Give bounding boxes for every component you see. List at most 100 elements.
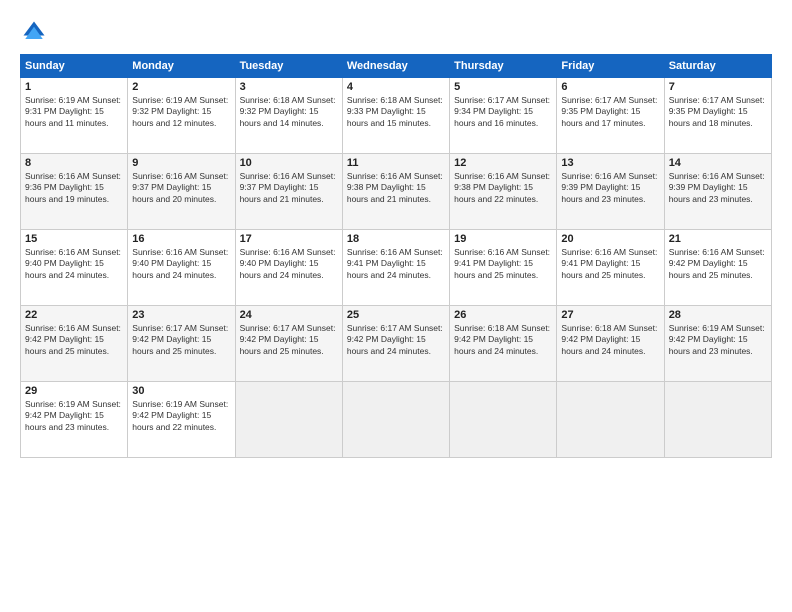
day-number: 26 bbox=[454, 309, 552, 321]
day-number: 1 bbox=[25, 81, 123, 93]
day-number: 20 bbox=[561, 233, 659, 245]
table-row: 4 Sunrise: 6:18 AM Sunset: 9:33 PM Daylig… bbox=[342, 78, 449, 154]
day-number: 28 bbox=[669, 309, 767, 321]
day-info: Sunrise: 6:16 AM Sunset: 9:37 PM Dayligh… bbox=[240, 171, 338, 205]
table-row: 30 Sunrise: 6:19 AM Sunset: 9:42 PM Dayli… bbox=[128, 382, 235, 458]
table-row: 10 Sunrise: 6:16 AM Sunset: 9:37 PM Dayli… bbox=[235, 154, 342, 230]
day-number: 25 bbox=[347, 309, 445, 321]
table-row bbox=[235, 382, 342, 458]
day-info: Sunrise: 6:16 AM Sunset: 9:41 PM Dayligh… bbox=[347, 247, 445, 281]
day-info: Sunrise: 6:17 AM Sunset: 9:42 PM Dayligh… bbox=[347, 323, 445, 357]
day-info: Sunrise: 6:19 AM Sunset: 9:42 PM Dayligh… bbox=[25, 399, 123, 433]
day-info: Sunrise: 6:19 AM Sunset: 9:42 PM Dayligh… bbox=[132, 399, 230, 433]
day-number: 10 bbox=[240, 157, 338, 169]
table-row: 25 Sunrise: 6:17 AM Sunset: 9:42 PM Dayli… bbox=[342, 306, 449, 382]
day-number: 21 bbox=[669, 233, 767, 245]
day-info: Sunrise: 6:16 AM Sunset: 9:39 PM Dayligh… bbox=[561, 171, 659, 205]
day-number: 16 bbox=[132, 233, 230, 245]
day-info: Sunrise: 6:19 AM Sunset: 9:32 PM Dayligh… bbox=[132, 95, 230, 129]
header bbox=[20, 18, 772, 46]
table-row: 8 Sunrise: 6:16 AM Sunset: 9:36 PM Daylig… bbox=[21, 154, 128, 230]
col-tuesday: Tuesday bbox=[235, 55, 342, 78]
table-row bbox=[342, 382, 449, 458]
day-number: 27 bbox=[561, 309, 659, 321]
day-info: Sunrise: 6:16 AM Sunset: 9:42 PM Dayligh… bbox=[25, 323, 123, 357]
table-row: 2Sunrise: 6:19 AM Sunset: 9:32 PM Daylig… bbox=[128, 78, 235, 154]
table-row: 12 Sunrise: 6:16 AM Sunset: 9:38 PM Dayli… bbox=[450, 154, 557, 230]
day-number: 14 bbox=[669, 157, 767, 169]
day-info: Sunrise: 6:17 AM Sunset: 9:42 PM Dayligh… bbox=[240, 323, 338, 357]
day-info: Sunrise: 6:16 AM Sunset: 9:38 PM Dayligh… bbox=[454, 171, 552, 205]
table-row: 9 Sunrise: 6:16 AM Sunset: 9:37 PM Daylig… bbox=[128, 154, 235, 230]
day-number: 13 bbox=[561, 157, 659, 169]
table-row: 17 Sunrise: 6:16 AM Sunset: 9:40 PM Dayli… bbox=[235, 230, 342, 306]
table-row: 15Sunrise: 6:16 AM Sunset: 9:40 PM Dayli… bbox=[21, 230, 128, 306]
day-info: Sunrise: 6:16 AM Sunset: 9:41 PM Dayligh… bbox=[454, 247, 552, 281]
day-number: 30 bbox=[132, 385, 230, 397]
day-number: 19 bbox=[454, 233, 552, 245]
table-row: 11 Sunrise: 6:16 AM Sunset: 9:38 PM Dayli… bbox=[342, 154, 449, 230]
col-wednesday: Wednesday bbox=[342, 55, 449, 78]
col-thursday: Thursday bbox=[450, 55, 557, 78]
day-info: Sunrise: 6:19 AM Sunset: 9:31 PM Dayligh… bbox=[25, 95, 123, 129]
table-row: 1 Sunrise: 6:19 AM Sunset: 9:31 PM Daylig… bbox=[21, 78, 128, 154]
table-row bbox=[664, 382, 771, 458]
day-number: 11 bbox=[347, 157, 445, 169]
table-row: 27Sunrise: 6:18 AM Sunset: 9:42 PM Dayli… bbox=[557, 306, 664, 382]
day-number: 6 bbox=[561, 81, 659, 93]
day-info: Sunrise: 6:17 AM Sunset: 9:35 PM Dayligh… bbox=[669, 95, 767, 129]
day-info: Sunrise: 6:16 AM Sunset: 9:38 PM Dayligh… bbox=[347, 171, 445, 205]
day-number: 29 bbox=[25, 385, 123, 397]
week-row-3: 22 Sunrise: 6:16 AM Sunset: 9:42 PM Dayli… bbox=[21, 306, 772, 382]
day-number: 24 bbox=[240, 309, 338, 321]
day-info: Sunrise: 6:16 AM Sunset: 9:40 PM Dayligh… bbox=[25, 247, 123, 281]
week-row-2: 15Sunrise: 6:16 AM Sunset: 9:40 PM Dayli… bbox=[21, 230, 772, 306]
day-info: Sunrise: 6:16 AM Sunset: 9:37 PM Dayligh… bbox=[132, 171, 230, 205]
day-number: 5 bbox=[454, 81, 552, 93]
col-monday: Monday bbox=[128, 55, 235, 78]
calendar-table: Sunday Monday Tuesday Wednesday Thursday… bbox=[20, 54, 772, 458]
day-info: Sunrise: 6:19 AM Sunset: 9:42 PM Dayligh… bbox=[669, 323, 767, 357]
logo-icon bbox=[20, 18, 48, 46]
day-info: Sunrise: 6:18 AM Sunset: 9:33 PM Dayligh… bbox=[347, 95, 445, 129]
table-row: 14 Sunrise: 6:16 AM Sunset: 9:39 PM Dayli… bbox=[664, 154, 771, 230]
day-number: 22 bbox=[25, 309, 123, 321]
week-row-0: 1 Sunrise: 6:19 AM Sunset: 9:31 PM Daylig… bbox=[21, 78, 772, 154]
table-row: 21 Sunrise: 6:16 AM Sunset: 9:42 PM Dayli… bbox=[664, 230, 771, 306]
day-info: Sunrise: 6:16 AM Sunset: 9:40 PM Dayligh… bbox=[132, 247, 230, 281]
day-info: Sunrise: 6:16 AM Sunset: 9:39 PM Dayligh… bbox=[669, 171, 767, 205]
day-info: Sunrise: 6:17 AM Sunset: 9:35 PM Dayligh… bbox=[561, 95, 659, 129]
day-info: Sunrise: 6:16 AM Sunset: 9:42 PM Dayligh… bbox=[669, 247, 767, 281]
day-info: Sunrise: 6:18 AM Sunset: 9:32 PM Dayligh… bbox=[240, 95, 338, 129]
day-number: 12 bbox=[454, 157, 552, 169]
logo bbox=[20, 18, 52, 46]
day-number: 4 bbox=[347, 81, 445, 93]
day-number: 9 bbox=[132, 157, 230, 169]
page: Sunday Monday Tuesday Wednesday Thursday… bbox=[0, 0, 792, 612]
table-row: 26Sunrise: 6:18 AM Sunset: 9:42 PM Dayli… bbox=[450, 306, 557, 382]
day-info: Sunrise: 6:16 AM Sunset: 9:41 PM Dayligh… bbox=[561, 247, 659, 281]
col-sunday: Sunday bbox=[21, 55, 128, 78]
day-info: Sunrise: 6:17 AM Sunset: 9:42 PM Dayligh… bbox=[132, 323, 230, 357]
day-info: Sunrise: 6:16 AM Sunset: 9:36 PM Dayligh… bbox=[25, 171, 123, 205]
day-number: 3 bbox=[240, 81, 338, 93]
table-row: 16 Sunrise: 6:16 AM Sunset: 9:40 PM Dayli… bbox=[128, 230, 235, 306]
day-number: 18 bbox=[347, 233, 445, 245]
table-row: 23 Sunrise: 6:17 AM Sunset: 9:42 PM Dayli… bbox=[128, 306, 235, 382]
day-number: 8 bbox=[25, 157, 123, 169]
day-info: Sunrise: 6:16 AM Sunset: 9:40 PM Dayligh… bbox=[240, 247, 338, 281]
table-row: 18 Sunrise: 6:16 AM Sunset: 9:41 PM Dayli… bbox=[342, 230, 449, 306]
day-number: 17 bbox=[240, 233, 338, 245]
header-row: Sunday Monday Tuesday Wednesday Thursday… bbox=[21, 55, 772, 78]
week-row-1: 8 Sunrise: 6:16 AM Sunset: 9:36 PM Daylig… bbox=[21, 154, 772, 230]
table-row: 7 Sunrise: 6:17 AM Sunset: 9:35 PM Daylig… bbox=[664, 78, 771, 154]
week-row-4: 29 Sunrise: 6:19 AM Sunset: 9:42 PM Dayli… bbox=[21, 382, 772, 458]
day-number: 7 bbox=[669, 81, 767, 93]
table-row bbox=[450, 382, 557, 458]
table-row: 19 Sunrise: 6:16 AM Sunset: 9:41 PM Dayli… bbox=[450, 230, 557, 306]
table-row: 6 Sunrise: 6:17 AM Sunset: 9:35 PM Daylig… bbox=[557, 78, 664, 154]
col-saturday: Saturday bbox=[664, 55, 771, 78]
day-info: Sunrise: 6:17 AM Sunset: 9:34 PM Dayligh… bbox=[454, 95, 552, 129]
table-row: 29 Sunrise: 6:19 AM Sunset: 9:42 PM Dayli… bbox=[21, 382, 128, 458]
day-number: 23 bbox=[132, 309, 230, 321]
